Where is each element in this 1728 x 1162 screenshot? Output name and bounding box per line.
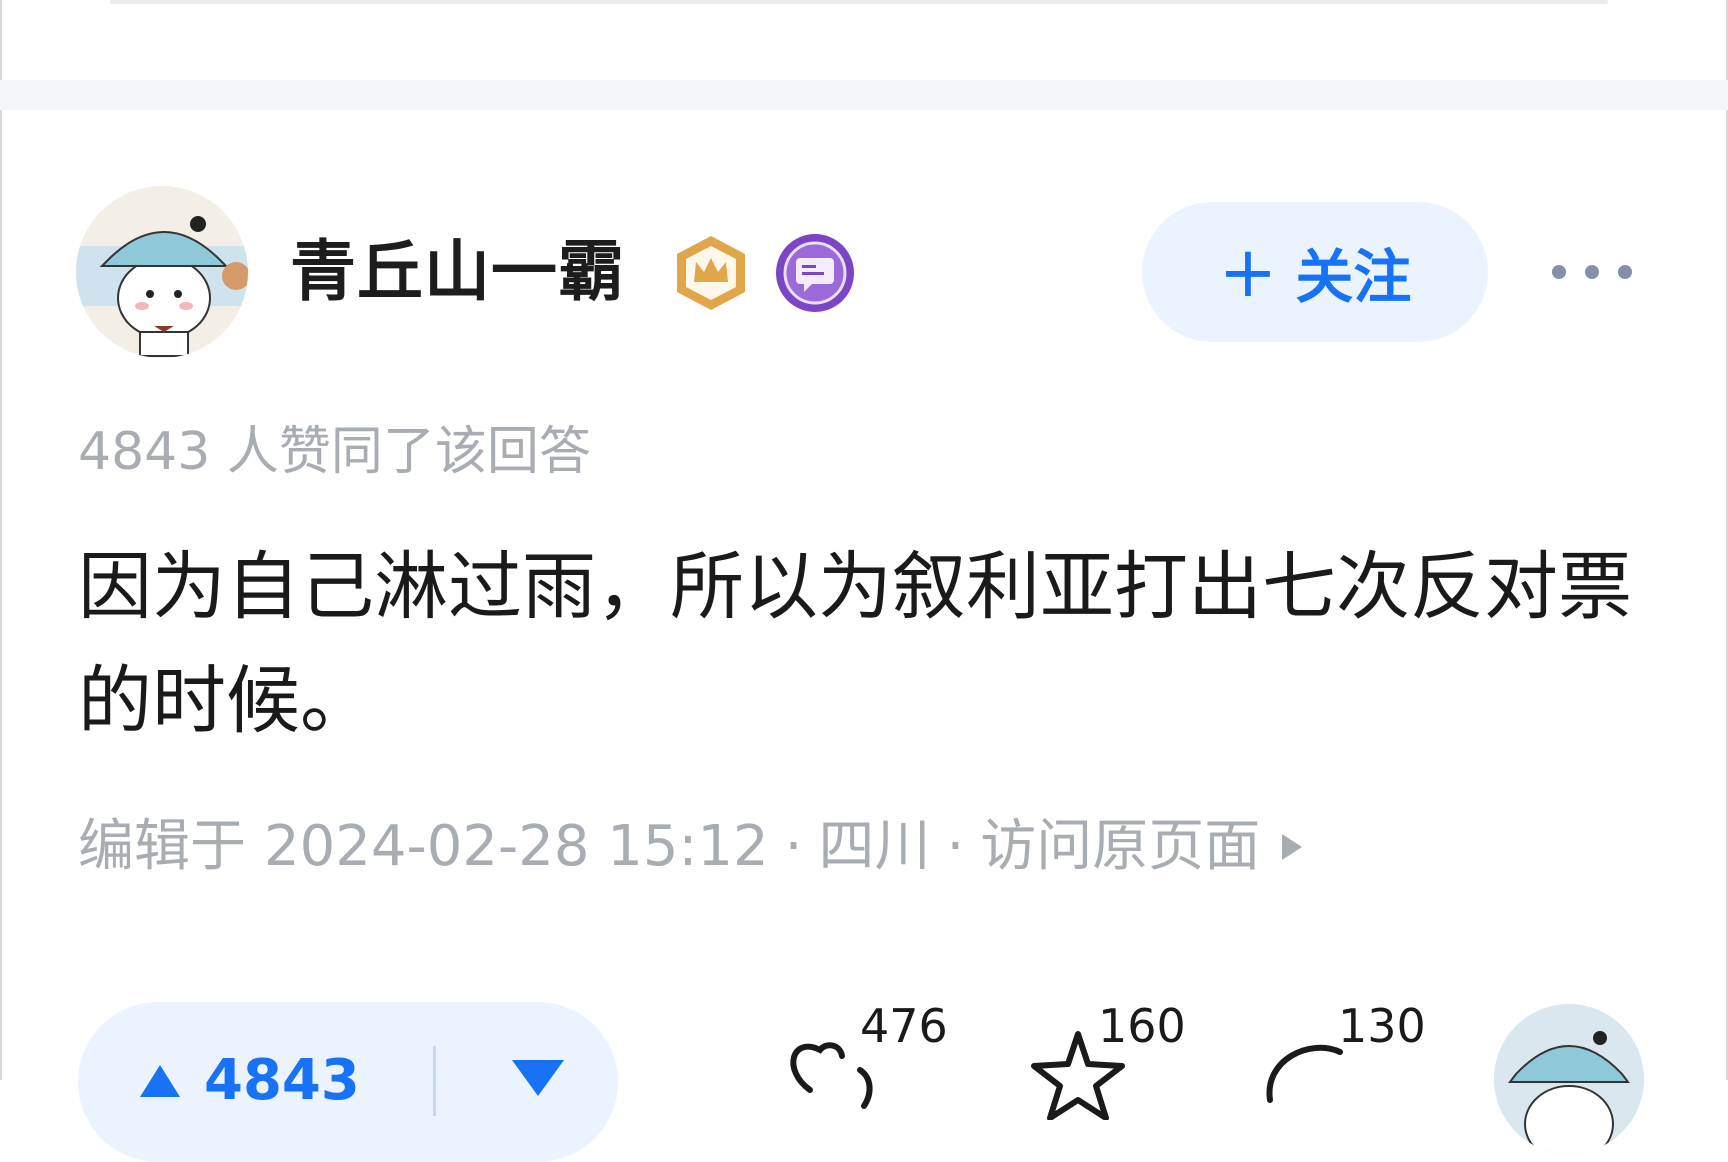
avatar-cartoon-icon: [76, 186, 248, 358]
comment-count: 130: [1338, 999, 1426, 1053]
downvote-triangle-icon: [512, 1060, 564, 1096]
downvote-button[interactable]: [508, 1058, 568, 1102]
favorite-count: 160: [1098, 999, 1186, 1053]
more-dot-icon: [1585, 265, 1599, 279]
favorite-button[interactable]: 160: [1020, 999, 1190, 1120]
like-count: 476: [860, 999, 948, 1053]
author-avatar[interactable]: [76, 186, 248, 358]
previous-card-edge: [110, 0, 1608, 4]
crown-badge-icon[interactable]: [670, 232, 752, 314]
visit-original-link[interactable]: 访问原页面: [980, 812, 1260, 882]
more-dot-icon: [1618, 265, 1632, 279]
follow-button[interactable]: + 关注: [1142, 202, 1488, 342]
vote-bar: 4843: [78, 1002, 618, 1162]
more-options-button[interactable]: [1552, 252, 1632, 292]
speech-badge-icon[interactable]: [774, 232, 856, 314]
like-button[interactable]: 476: [780, 999, 950, 1109]
location: 四川: [818, 814, 931, 879]
edited-prefix: 编辑于: [78, 814, 246, 879]
play-arrow-icon: [1282, 834, 1303, 860]
meta-separator: ·: [946, 814, 965, 879]
edited-time: 2024-02-28 15:12: [264, 814, 769, 879]
section-divider: [0, 80, 1728, 110]
plus-icon: +: [1218, 231, 1278, 313]
avatar-cartoon-icon: [1494, 1004, 1644, 1154]
follow-label: 关注: [1295, 243, 1412, 311]
answer-text[interactable]: 因为自己淋过雨，所以为叙利亚打出七次反对票的时候。: [78, 530, 1638, 758]
vote-divider: [433, 1046, 436, 1116]
more-dot-icon: [1552, 265, 1566, 279]
share-avatar[interactable]: [1494, 1004, 1644, 1154]
upvote-button[interactable]: 4843: [138, 1048, 360, 1113]
vote-summary: 4843 人赞同了该回答: [78, 422, 591, 482]
meta-separator: ·: [784, 814, 803, 879]
comment-button[interactable]: 130: [1260, 999, 1430, 1103]
upvote-triangle-icon: [140, 1064, 180, 1097]
answer-meta: 编辑于 2024-02-28 15:12 · 四川 · 访问原页面: [78, 812, 1303, 882]
author-name[interactable]: 青丘山一霸: [290, 232, 625, 312]
upvote-count: 4843: [204, 1048, 360, 1113]
